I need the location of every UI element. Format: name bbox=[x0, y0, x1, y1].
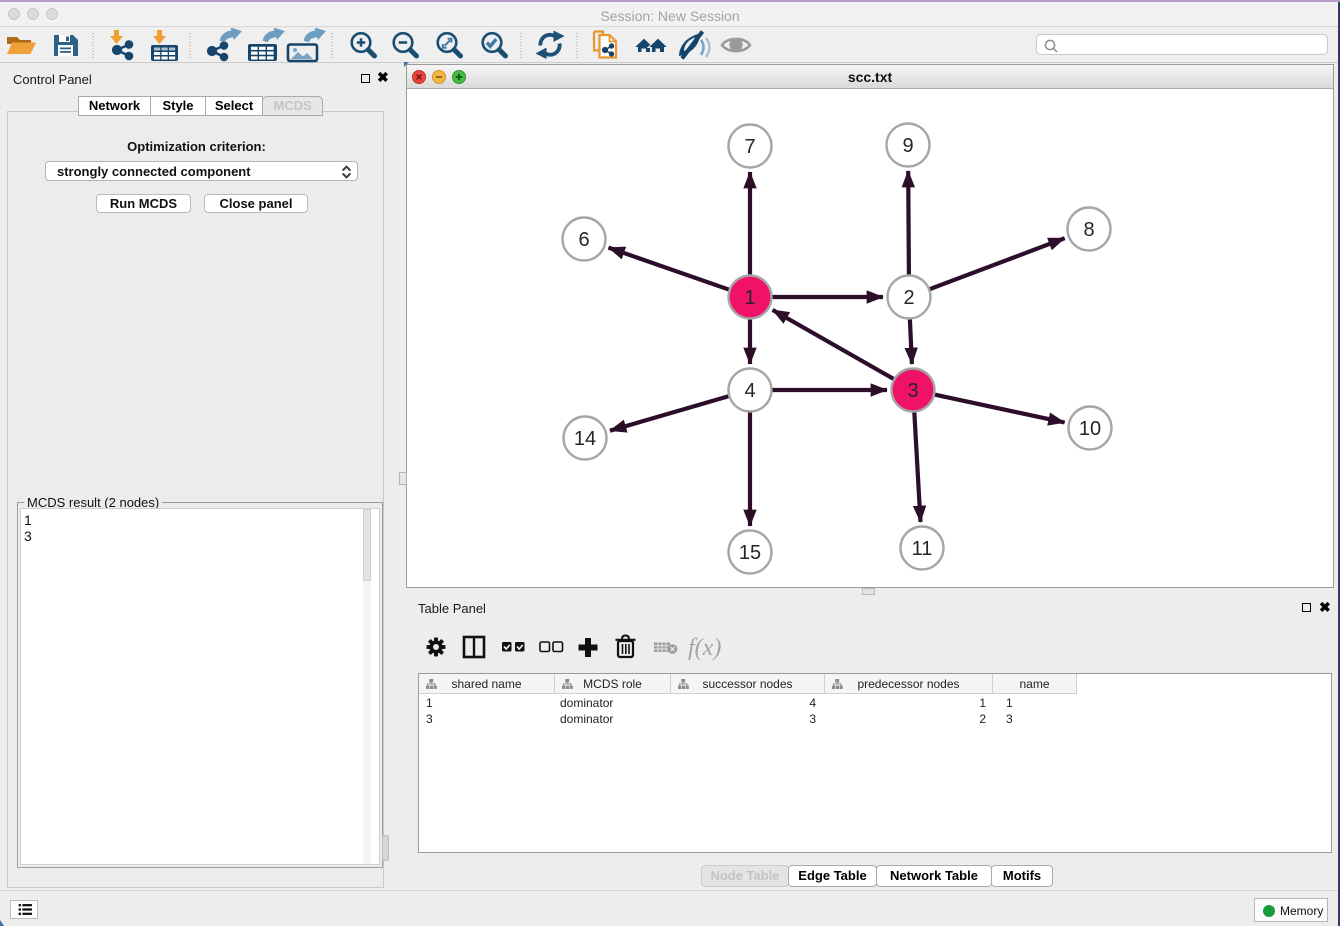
svg-text:1: 1 bbox=[744, 287, 755, 309]
svg-text:14: 14 bbox=[574, 428, 596, 450]
svg-text:6: 6 bbox=[578, 229, 589, 251]
svg-text:10: 10 bbox=[1079, 418, 1101, 440]
svg-text:8: 8 bbox=[1083, 219, 1094, 241]
svg-text:9: 9 bbox=[902, 135, 913, 157]
svg-text:15: 15 bbox=[739, 542, 761, 564]
svg-text:4: 4 bbox=[744, 380, 755, 402]
svg-text:3: 3 bbox=[907, 380, 918, 402]
svg-text:7: 7 bbox=[744, 136, 755, 158]
svg-text:11: 11 bbox=[912, 538, 933, 560]
svg-text:f(x): f(x) bbox=[688, 635, 721, 661]
svg-text:2: 2 bbox=[903, 287, 914, 309]
